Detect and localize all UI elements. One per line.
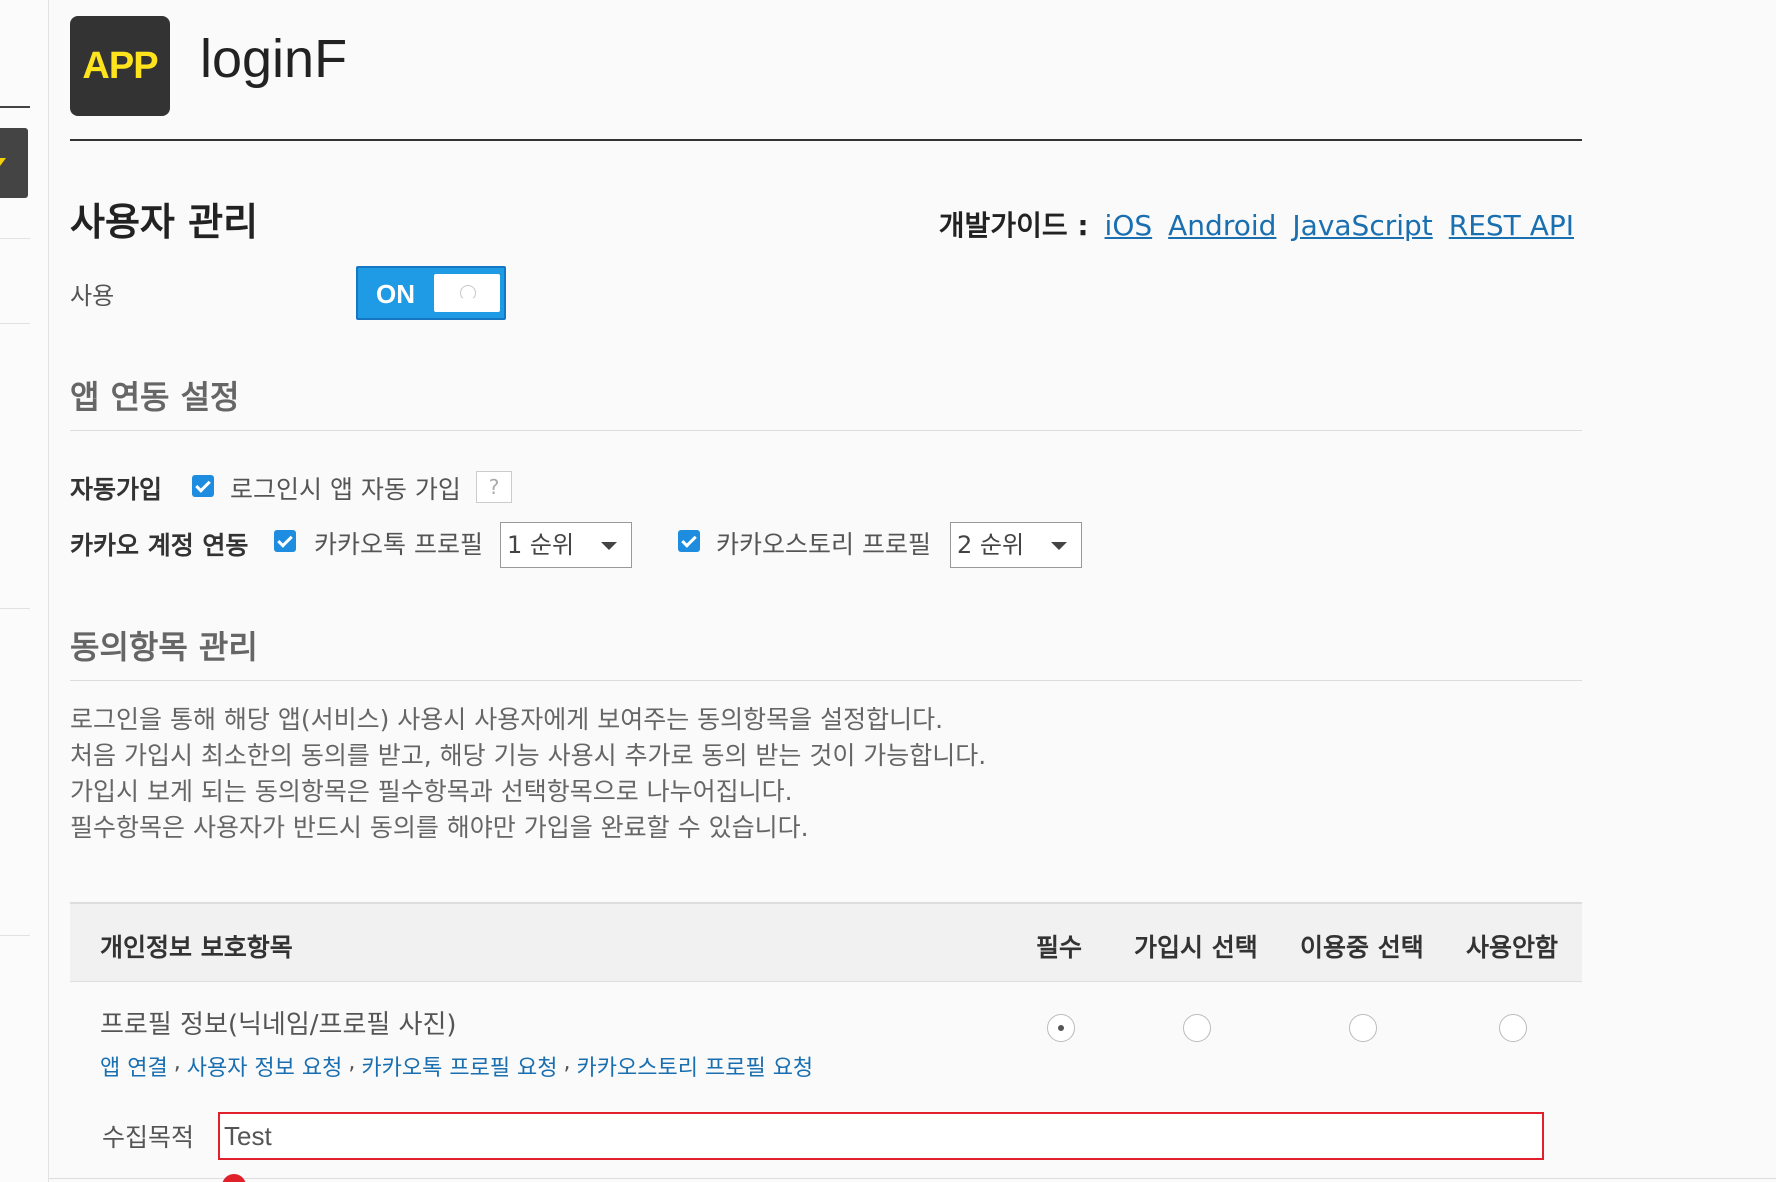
talk-profile-priority-value: 1 순위 bbox=[507, 531, 575, 559]
link-separator: , bbox=[348, 1050, 356, 1075]
sidebar-divider bbox=[0, 608, 30, 609]
sidebar-divider bbox=[0, 935, 30, 936]
description-line: 처음 가입시 최소한의 동의를 받고, 해당 기능 사용시 추가로 동의 받는 … bbox=[70, 741, 987, 770]
description-line: 필수항목은 사용자가 반드시 동의를 해야만 가입을 완료할 수 있습니다. bbox=[70, 813, 809, 842]
section-divider bbox=[70, 680, 1582, 681]
dev-guide-label: 개발가이드 : bbox=[938, 209, 1089, 242]
link-separator: , bbox=[563, 1050, 571, 1075]
toggle-label: ON bbox=[376, 279, 415, 309]
kakao-link-label: 카카오 계정 연동 bbox=[70, 531, 249, 560]
talk-profile-label: 카카오톡 프로필 bbox=[314, 530, 483, 559]
column-header-optional-signup: 가입시 선택 bbox=[1134, 933, 1258, 962]
chevron-down-icon bbox=[1051, 542, 1067, 550]
radio-not-used[interactable] bbox=[1499, 1014, 1527, 1042]
auto-signup-label: 자동가입 bbox=[70, 475, 163, 504]
link-app-connect[interactable]: 앱 연결 bbox=[100, 1050, 168, 1082]
radio-required[interactable] bbox=[1047, 1014, 1075, 1042]
description-line: 로그인을 통해 해당 앱(서비스) 사용시 사용자에게 보여주는 동의항목을 설… bbox=[70, 705, 944, 734]
link-user-info-request[interactable]: 사용자 정보 요청 bbox=[187, 1050, 343, 1082]
sidebar-divider bbox=[0, 323, 30, 324]
consent-table-header: 개인정보 보호항목 필수 가입시 선택 이용중 선택 사용안함 bbox=[70, 902, 1582, 982]
auto-signup-checkbox-label: 로그인시 앱 자동 가입 bbox=[230, 475, 461, 504]
link-story-profile-request[interactable]: 카카오스토리 프로필 요청 bbox=[577, 1050, 814, 1082]
link-separator: , bbox=[173, 1050, 181, 1075]
sidebar-collapse-button[interactable] bbox=[0, 128, 28, 198]
link-talk-profile-request[interactable]: 카카오톡 프로필 요청 bbox=[361, 1050, 557, 1082]
section-divider bbox=[70, 430, 1582, 431]
auto-signup-checkbox[interactable] bbox=[192, 475, 214, 497]
toggle-knob bbox=[434, 274, 500, 312]
dev-guide-link-android[interactable]: Android bbox=[1168, 209, 1276, 242]
column-header-optional-usage: 이용중 선택 bbox=[1300, 933, 1424, 962]
consent-item-title: 프로필 정보(닉네임/프로필 사진) bbox=[100, 1010, 457, 1040]
bottom-divider bbox=[49, 1178, 1776, 1179]
story-profile-priority-value: 2 순위 bbox=[957, 531, 1025, 559]
app-logo: APP bbox=[70, 16, 170, 116]
page-title: 사용자 관리 bbox=[70, 200, 259, 244]
dev-guide: 개발가이드 : iOS Android JavaScript REST API bbox=[939, 204, 1574, 244]
story-profile-checkbox[interactable] bbox=[678, 530, 700, 552]
dev-guide-link-ios[interactable]: iOS bbox=[1105, 209, 1153, 242]
dev-guide-link-rest-api[interactable]: REST API bbox=[1449, 209, 1574, 242]
usage-toggle[interactable]: ON bbox=[356, 266, 506, 320]
usage-label: 사용 bbox=[70, 282, 115, 310]
talk-profile-checkbox[interactable] bbox=[274, 530, 296, 552]
purpose-input[interactable]: Test bbox=[218, 1112, 1544, 1160]
chevron-down-icon bbox=[601, 542, 617, 550]
sidebar-divider bbox=[0, 106, 30, 108]
sidebar-divider bbox=[0, 238, 30, 239]
talk-profile-priority-select[interactable]: 1 순위 bbox=[500, 522, 632, 568]
purpose-label: 수집목적 bbox=[102, 1123, 195, 1152]
help-icon[interactable]: ? bbox=[476, 471, 512, 503]
app-link-settings-title: 앱 연동 설정 bbox=[70, 378, 240, 416]
error-indicator-icon bbox=[222, 1174, 246, 1182]
left-sidebar bbox=[0, 0, 49, 1182]
header-divider bbox=[70, 139, 1582, 141]
consent-description: 로그인을 통해 해당 앱(서비스) 사용시 사용자에게 보여주는 동의항목을 설… bbox=[70, 702, 986, 846]
description-line: 가입시 보게 되는 동의항목은 필수항목과 선택항목으로 나누어집니다. bbox=[70, 777, 793, 806]
column-header-item: 개인정보 보호항목 bbox=[100, 933, 293, 962]
story-profile-priority-select[interactable]: 2 순위 bbox=[950, 522, 1082, 568]
app-name: loginF bbox=[200, 29, 348, 89]
radio-optional-usage[interactable] bbox=[1349, 1014, 1377, 1042]
consent-title: 동의항목 관리 bbox=[70, 628, 258, 666]
column-header-required: 필수 bbox=[1036, 933, 1083, 962]
related-api-links: 앱 연결, 사용자 정보 요청, 카카오톡 프로필 요청, 카카오스토리 프로필… bbox=[100, 1050, 813, 1082]
dev-guide-link-javascript[interactable]: JavaScript bbox=[1292, 209, 1432, 242]
app-logo-text: APP bbox=[82, 44, 158, 87]
radio-optional-signup[interactable] bbox=[1183, 1014, 1211, 1042]
chevron-down-icon bbox=[0, 158, 6, 166]
column-header-not-used: 사용안함 bbox=[1466, 933, 1559, 962]
story-profile-label: 카카오스토리 프로필 bbox=[716, 530, 931, 559]
